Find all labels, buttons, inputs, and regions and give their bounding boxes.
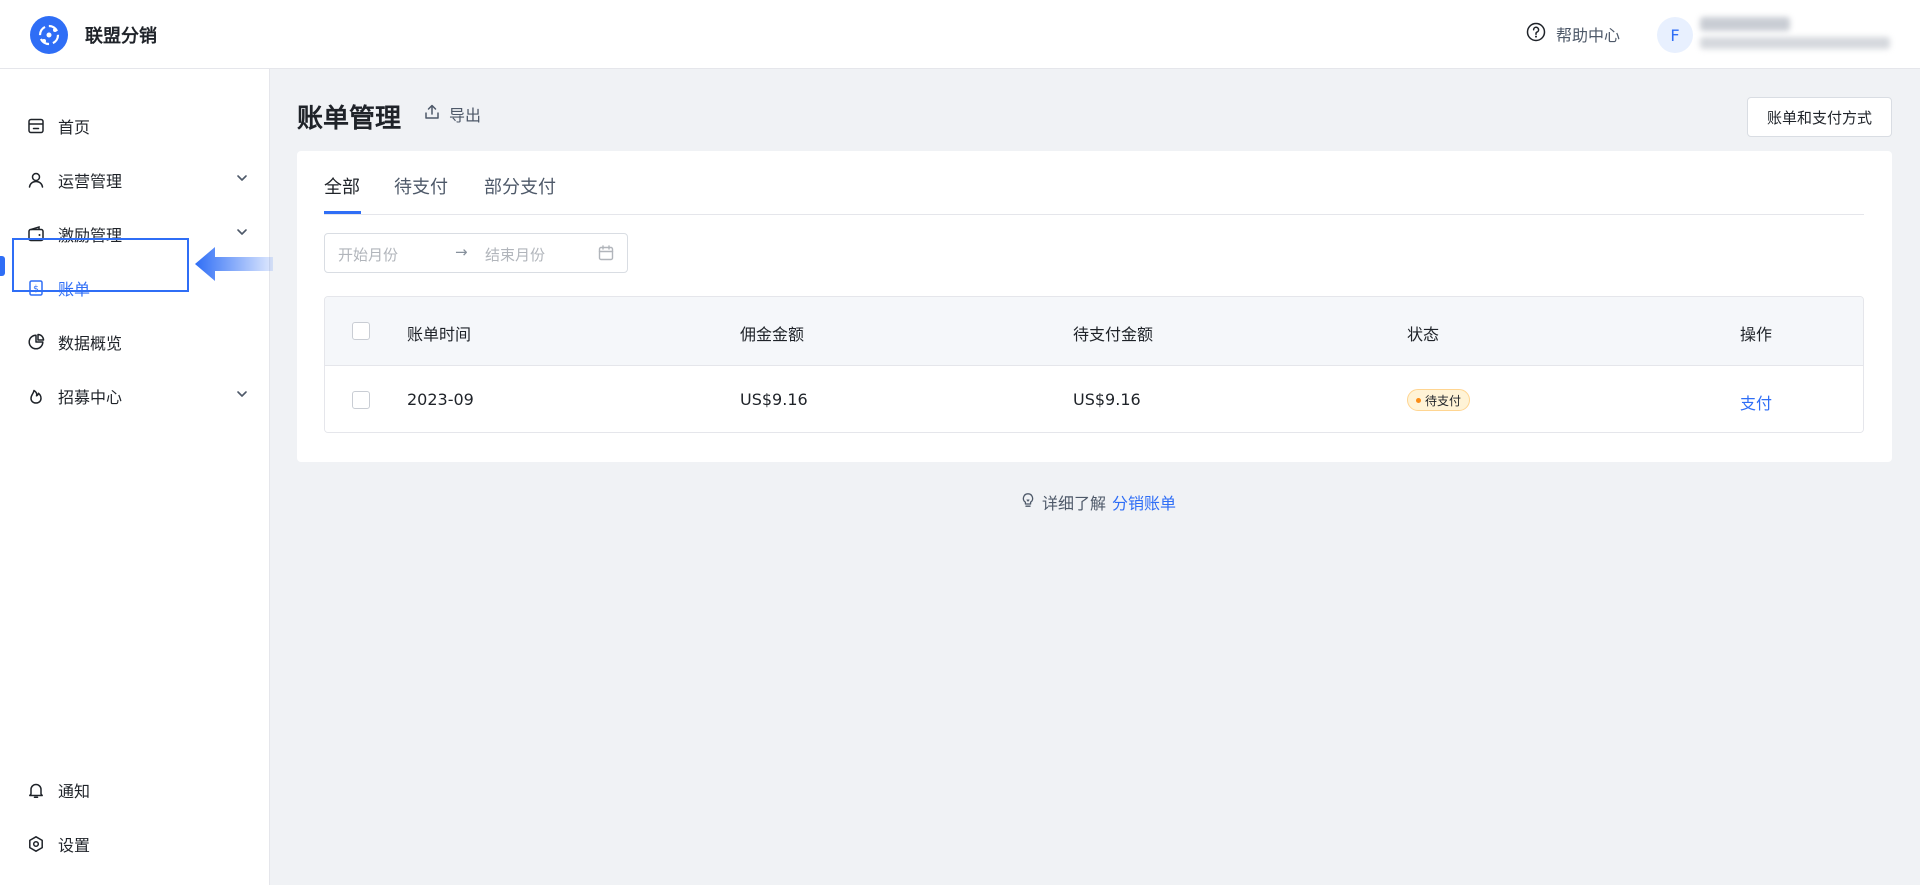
app-title: 联盟分销 (85, 26, 157, 47)
tab-all[interactable]: 全部 (324, 173, 360, 199)
sidebar-item-label: 激励管理 (58, 226, 123, 245)
bill-icon: $ (26, 278, 46, 298)
row-checkbox[interactable] (352, 391, 370, 409)
start-month-input[interactable]: 开始月份 (338, 244, 398, 265)
column-header-status: 状态 (1407, 325, 1440, 344)
flame-icon (26, 386, 46, 406)
sidebar-item-label: 数据概览 (58, 334, 123, 353)
column-header-time: 账单时间 (407, 325, 472, 344)
distribution-bills-link[interactable]: 分销账单 (1112, 490, 1176, 514)
chevron-down-icon (234, 224, 250, 244)
status-badge: 待支付 (1407, 389, 1471, 411)
month-range-picker[interactable]: 开始月份 → 结束月份 (324, 233, 628, 273)
end-month-input[interactable]: 结束月份 (485, 244, 545, 265)
column-header-commission: 佣金金额 (740, 325, 805, 344)
sidebar-item-label: 账单 (58, 280, 91, 299)
export-button[interactable]: 导出 (423, 102, 481, 126)
table-header: 账单时间 佣金金额 待支付金额 状态 操作 (325, 297, 1863, 365)
sidebar-item-notifications[interactable]: 通知 (0, 768, 270, 812)
export-label: 导出 (449, 106, 482, 125)
column-header-pending: 待支付金额 (1073, 325, 1154, 344)
sidebar-item-operations[interactable]: 运营管理 (0, 158, 270, 202)
sidebar-item-label: 首页 (58, 118, 91, 137)
commission-amount: US$9.16 (740, 390, 808, 409)
learn-more-prefix: 详细了解 (1042, 494, 1107, 513)
status-dot (1416, 397, 1421, 403)
pointer-arrow-icon (193, 245, 273, 287)
tab-active-underline (324, 211, 361, 214)
tab-pending[interactable]: 待支付 (394, 173, 448, 199)
chevron-down-icon (234, 386, 250, 406)
help-center-label: 帮助中心 (1556, 26, 1621, 45)
sidebar-item-label: 运营管理 (58, 172, 123, 191)
sidebar: 首页 运营管理 激励管理 $ 账单 数据概览 招募中心 通知 设置 (0, 69, 270, 885)
sidebar-item-recruitment[interactable]: 招募中心 (0, 374, 270, 418)
chevron-down-icon (234, 170, 250, 190)
sidebar-item-label: 招募中心 (58, 388, 123, 407)
calendar-icon[interactable] (597, 244, 615, 266)
page-title: 账单管理 (297, 104, 402, 134)
tab-bar: 全部 待支付 部分支付 (324, 151, 1864, 215)
svg-text:$: $ (33, 285, 39, 295)
table-row: 2023-09 US$9.16 US$9.16 待支付 支付 (325, 365, 1863, 432)
wallet-icon (26, 224, 46, 244)
bill-time: 2023-09 (407, 390, 474, 409)
lightbulb-icon (1020, 492, 1036, 512)
status-label: 待支付 (1425, 393, 1462, 408)
user-icon (26, 170, 46, 190)
question-circle-icon (1526, 22, 1546, 46)
bills-table: 账单时间 佣金金额 待支付金额 状态 操作 2023-09 US$9.16 US… (324, 296, 1864, 433)
user-info-redacted[interactable] (1700, 15, 1896, 55)
storefront-icon (26, 116, 46, 136)
sidebar-item-home[interactable]: 首页 (0, 104, 270, 148)
help-center-link[interactable]: 帮助中心 (1526, 22, 1620, 46)
top-bar: 联盟分销 帮助中心 F (0, 0, 1920, 69)
learn-more: 详细了解 分销账单 (1020, 490, 1176, 514)
sidebar-item-label: 通知 (58, 782, 91, 801)
bell-icon (26, 780, 46, 800)
sidebar-item-data-overview[interactable]: 数据概览 (0, 320, 270, 364)
pay-link[interactable]: 支付 (1740, 390, 1772, 414)
pending-amount: US$9.16 (1073, 390, 1141, 409)
bills-and-payment-methods-button[interactable]: 账单和支付方式 (1747, 97, 1892, 137)
select-all-checkbox[interactable] (352, 322, 370, 340)
active-indicator (0, 256, 5, 276)
export-icon (423, 103, 441, 125)
tab-partial[interactable]: 部分支付 (484, 173, 556, 199)
app-logo-icon[interactable] (30, 16, 68, 54)
pie-chart-icon (26, 332, 46, 352)
sidebar-item-settings[interactable]: 设置 (0, 822, 270, 866)
column-header-action: 操作 (1740, 325, 1773, 344)
avatar[interactable]: F (1657, 17, 1693, 53)
settings-icon (26, 834, 46, 854)
sidebar-item-label: 设置 (58, 836, 91, 855)
bills-card: 全部 待支付 部分支付 开始月份 → 结束月份 账单时间 佣金金额 待支付金额 … (297, 151, 1892, 462)
range-separator: → (455, 243, 468, 261)
